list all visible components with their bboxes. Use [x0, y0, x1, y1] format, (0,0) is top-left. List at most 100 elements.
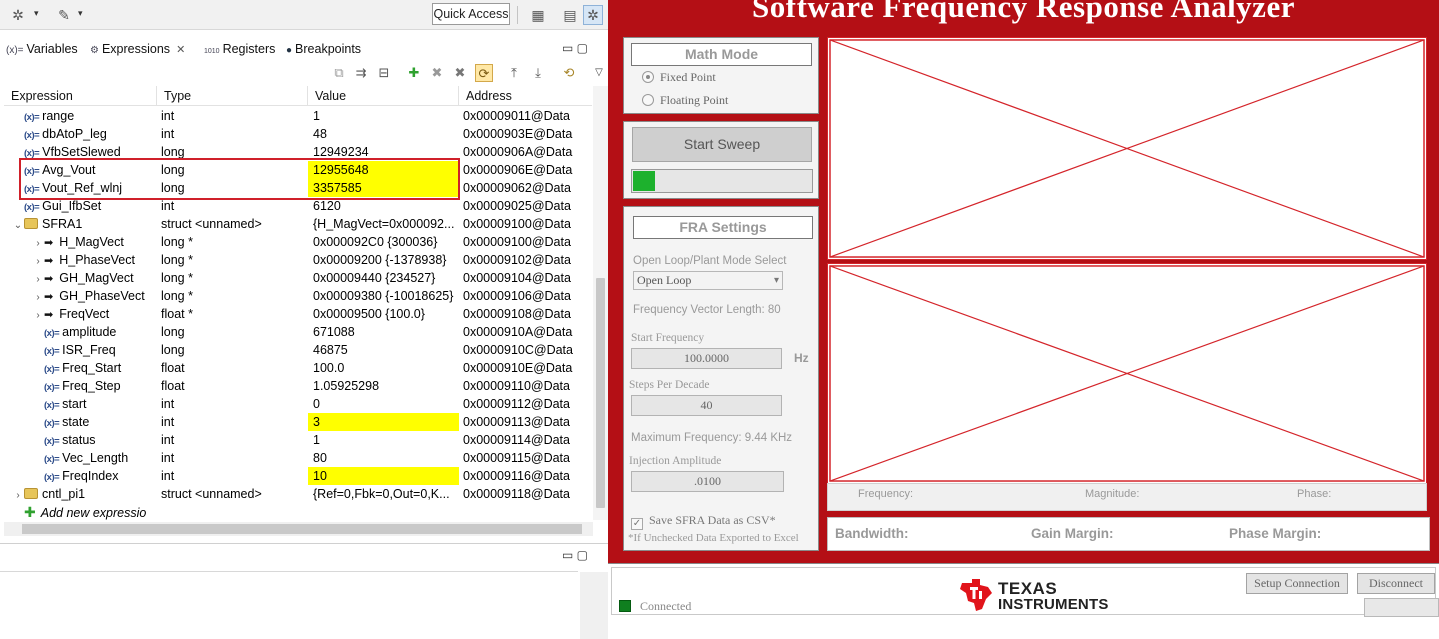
- tab-expressions[interactable]: ⚙ Expressions ✕: [90, 37, 186, 61]
- cell-expression[interactable]: (x)= range: [4, 107, 157, 125]
- table-row[interactable]: (x)= ISR_Freq long 46875 0x0000910C@Data: [4, 341, 592, 359]
- vertical-scrollbar-thumb[interactable]: [596, 278, 605, 508]
- show-type-icon[interactable]: ⧉: [330, 64, 348, 82]
- cell-expression[interactable]: (x)= status: [4, 431, 157, 449]
- table-row[interactable]: (x)= state int 3 0x00009113@Data: [4, 413, 592, 431]
- table-row[interactable]: › ➡ GH_MagVect long * 0x00009440 {234527} 0x0…: [4, 269, 592, 287]
- cell-value[interactable]: 0x00009200 {-1378938}: [308, 251, 459, 269]
- table-row[interactable]: › ➡ H_PhaseVect long * 0x00009200 {-1378938}…: [4, 251, 592, 269]
- cell-value[interactable]: 0x000092C0 {300036}: [308, 233, 459, 251]
- cell-value[interactable]: 0x00009380 {-10018625}: [308, 287, 459, 305]
- tab-variables[interactable]: (x)= Variables: [6, 37, 78, 61]
- phase-plot[interactable]: [827, 263, 1427, 484]
- steps-per-decade-field[interactable]: 40: [631, 395, 782, 416]
- remove-all-icon[interactable]: ✖: [451, 64, 469, 82]
- cell-value[interactable]: 3: [308, 413, 459, 431]
- cell-value[interactable]: {Ref=0,Fbk=0,Out=0,K...: [308, 485, 459, 503]
- refresh-icon[interactable]: ⟲: [560, 64, 578, 82]
- quick-access-field[interactable]: Quick Access: [432, 3, 510, 25]
- format-icon[interactable]: ⊟: [375, 64, 393, 82]
- cell-expression[interactable]: (x)= FreqIndex: [4, 467, 157, 485]
- cell-expression[interactable]: (x)= amplitude: [4, 323, 157, 341]
- setup-connection-button[interactable]: Setup Connection: [1246, 573, 1348, 594]
- table-row[interactable]: › ➡ GH_PhaseVect long * 0x00009380 {-1001862…: [4, 287, 592, 305]
- cell-expression[interactable]: (x)= Freq_Step: [4, 377, 157, 395]
- cell-value[interactable]: [308, 503, 459, 521]
- remove-icon[interactable]: ✖: [428, 64, 446, 82]
- minimize-maximize-icon[interactable]: ▭ ▢: [562, 548, 588, 562]
- injection-amplitude-field[interactable]: .0100: [631, 471, 784, 492]
- radio-floating-point[interactable]: Floating Point: [642, 93, 728, 108]
- table-row[interactable]: ⌄ SFRA1 struct <unnamed> {H_MagVect=0x00009…: [4, 215, 592, 233]
- chevron-right-icon[interactable]: ›: [32, 307, 44, 323]
- cell-value[interactable]: 0: [308, 395, 459, 413]
- table-row[interactable]: (x)= amplitude long 671088 0x0000910A@Data: [4, 323, 592, 341]
- cell-expression[interactable]: ⌄ SFRA1: [4, 215, 157, 233]
- column-value[interactable]: Value: [308, 86, 459, 106]
- cell-expression[interactable]: (x)= Vec_Length: [4, 449, 157, 467]
- export-icon[interactable]: ⤓: [529, 64, 547, 82]
- cell-value[interactable]: 1: [308, 107, 459, 125]
- cell-value[interactable]: 10: [308, 467, 459, 485]
- radio-fixed-point[interactable]: Fixed Point: [642, 70, 716, 85]
- perspective-icon[interactable]: ▦: [528, 5, 548, 25]
- chevron-down-icon[interactable]: ▾: [78, 8, 83, 19]
- tab-breakpoints[interactable]: ● Breakpoints: [286, 37, 361, 61]
- minimize-maximize-icon[interactable]: ▭ ▢: [562, 41, 588, 55]
- cell-value[interactable]: 0x00009440 {234527}: [308, 269, 459, 287]
- view-menu-icon[interactable]: ▽: [590, 64, 608, 82]
- collapse-icon[interactable]: ⇉: [352, 64, 370, 82]
- chevron-down-icon[interactable]: ⌄: [12, 217, 24, 233]
- cell-expression[interactable]: ✚ Add new expressio: [4, 503, 157, 521]
- cell-expression[interactable]: (x)= dbAtoP_leg: [4, 125, 157, 143]
- cell-value[interactable]: 1.05925298: [308, 377, 459, 395]
- mode-select-dropdown[interactable]: Open Loop ▾: [633, 271, 783, 290]
- cell-expression[interactable]: › cntl_pi1: [4, 485, 157, 503]
- continuous-refresh-icon[interactable]: ⟳: [475, 64, 493, 82]
- chevron-right-icon[interactable]: ›: [12, 487, 24, 503]
- cell-value[interactable]: 100.0: [308, 359, 459, 377]
- tab-registers[interactable]: 1010 Registers: [204, 37, 275, 61]
- start-sweep-button[interactable]: Start Sweep: [632, 127, 812, 162]
- close-icon[interactable]: ✕: [176, 44, 185, 56]
- cell-value[interactable]: 671088: [308, 323, 459, 341]
- cell-value[interactable]: 0x00009500 {100.0}: [308, 305, 459, 323]
- debug-config-icon[interactable]: ✲: [8, 5, 28, 25]
- table-row[interactable]: (x)= dbAtoP_leg int 48 0x0000903E@Data: [4, 125, 592, 143]
- table-row[interactable]: › ➡ FreqVect float * 0x00009500 {100.0} 0x000…: [4, 305, 592, 323]
- table-row[interactable]: › cntl_pi1 struct <unnamed> {Ref=0,Fbk=0,Ou…: [4, 485, 592, 503]
- table-row[interactable]: › ➡ H_MagVect long * 0x000092C0 {300036} 0x00…: [4, 233, 592, 251]
- start-frequency-field[interactable]: 100.0000: [631, 348, 782, 369]
- ccs-edit-icon[interactable]: ▤: [560, 5, 580, 25]
- table-row[interactable]: (x)= Freq_Start float 100.0 0x0000910E@Data: [4, 359, 592, 377]
- chevron-right-icon[interactable]: ›: [32, 235, 44, 251]
- chevron-right-icon[interactable]: ›: [32, 289, 44, 305]
- cell-expression[interactable]: › ➡ H_MagVect: [4, 233, 157, 251]
- wrench-icon[interactable]: ✎: [54, 5, 74, 25]
- cell-value[interactable]: 80: [308, 449, 459, 467]
- cell-expression[interactable]: (x)= start: [4, 395, 157, 413]
- cell-value[interactable]: 46875: [308, 341, 459, 359]
- horizontal-scrollbar-thumb[interactable]: [22, 524, 582, 534]
- cell-value[interactable]: 1: [308, 431, 459, 449]
- ccs-debug-icon[interactable]: ✲: [583, 5, 603, 25]
- chevron-right-icon[interactable]: ›: [32, 271, 44, 287]
- cell-expression[interactable]: (x)= state: [4, 413, 157, 431]
- cell-expression[interactable]: (x)= ISR_Freq: [4, 341, 157, 359]
- table-row[interactable]: (x)= FreqIndex int 10 0x00009116@Data: [4, 467, 592, 485]
- save-csv-checkbox[interactable]: ✓ Save SFRA Data as CSV*: [631, 513, 776, 530]
- table-row[interactable]: ✚ Add new expressio: [4, 503, 592, 521]
- chevron-down-icon[interactable]: ▾: [34, 8, 39, 19]
- column-expression[interactable]: Expression: [4, 86, 157, 106]
- cell-expression[interactable]: › ➡ H_PhaseVect: [4, 251, 157, 269]
- table-row[interactable]: (x)= status int 1 0x00009114@Data: [4, 431, 592, 449]
- cell-value[interactable]: {H_MagVect=0x000092...: [308, 215, 459, 233]
- cell-expression[interactable]: › ➡ FreqVect: [4, 305, 157, 323]
- table-row[interactable]: (x)= start int 0 0x00009112@Data: [4, 395, 592, 413]
- add-expression-icon[interactable]: ✚: [405, 64, 423, 82]
- cell-expression[interactable]: › ➡ GH_PhaseVect: [4, 287, 157, 305]
- cell-expression[interactable]: (x)= Freq_Start: [4, 359, 157, 377]
- column-address[interactable]: Address: [459, 86, 592, 106]
- cell-expression[interactable]: › ➡ GH_MagVect: [4, 269, 157, 287]
- import-icon[interactable]: ⤒: [505, 64, 523, 82]
